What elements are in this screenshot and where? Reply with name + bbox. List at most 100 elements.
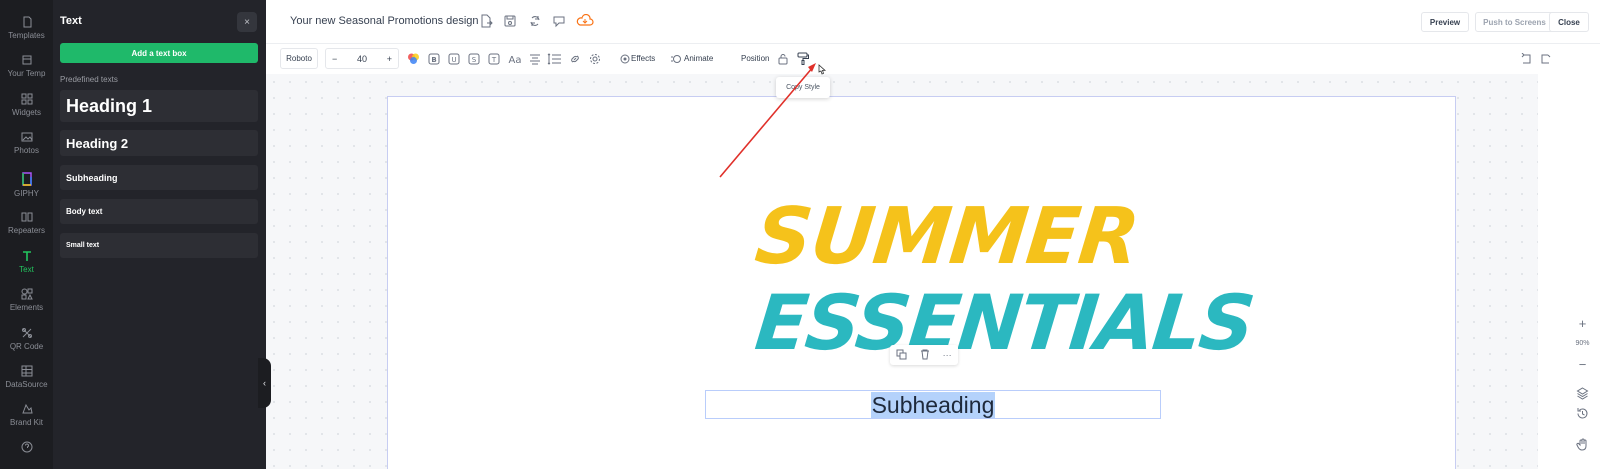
- text-toolbar: Roboto − 40 + B U S T Aa Effects Animate…: [266, 45, 1600, 73]
- rail-label: Your Temp: [7, 69, 46, 78]
- predefined-small-text[interactable]: Small text: [60, 233, 258, 258]
- collapse-panel-handle[interactable]: ‹: [258, 358, 271, 408]
- rail-item-help[interactable]: [0, 441, 53, 456]
- text-icon: [22, 251, 31, 261]
- svg-text:T: T: [490, 56, 496, 64]
- your-templates-icon: [22, 55, 31, 65]
- delete-icon[interactable]: [920, 349, 930, 362]
- subheading-selected-text[interactable]: Subheading: [870, 391, 996, 418]
- hand-pan-icon[interactable]: [1574, 436, 1591, 453]
- layers-icon[interactable]: [1574, 385, 1591, 402]
- rail-label: Templates: [8, 31, 45, 40]
- datasource-icon: [21, 365, 32, 377]
- rail-label: Text: [19, 265, 34, 274]
- copy-style-tooltip: Copy Style: [776, 77, 830, 98]
- rail-label: GIPHY: [14, 189, 39, 198]
- add-text-box-button[interactable]: Add a text box: [60, 43, 258, 63]
- rail-label: QR Code: [9, 342, 44, 351]
- rail-item-qr-code[interactable]: QR Code: [0, 327, 53, 351]
- rail-label: Elements: [9, 303, 44, 312]
- align-center-icon[interactable]: [527, 51, 542, 66]
- qr-code-icon: [21, 328, 32, 338]
- essentials-headline[interactable]: ESSENTIALS: [751, 278, 1257, 367]
- copy-style-paint-roller-icon[interactable]: [795, 51, 810, 66]
- zoom-out-button[interactable]: −: [1574, 356, 1591, 373]
- rail-item-datasource[interactable]: DataSource: [0, 365, 53, 389]
- link-icon[interactable]: [567, 51, 582, 66]
- repeaters-icon: [21, 212, 32, 222]
- svg-text:Aa: Aa: [509, 55, 522, 65]
- summer-headline[interactable]: SUMMER: [751, 192, 1143, 282]
- photos-icon: [21, 132, 32, 142]
- document-title[interactable]: Your new Seasonal Promotions design: [290, 15, 479, 27]
- giphy-icon: [21, 172, 32, 186]
- save-icon[interactable]: [502, 13, 518, 29]
- font-size-stepper[interactable]: − 40 +: [325, 48, 399, 69]
- header-bar: Your new Seasonal Promotions design Prev…: [266, 0, 1600, 44]
- brand-kit-icon: [21, 403, 33, 414]
- position-button[interactable]: Position: [741, 54, 769, 63]
- history-icon[interactable]: [1574, 405, 1591, 422]
- predefined-heading-1[interactable]: Heading 1: [60, 90, 258, 122]
- preview-button[interactable]: Preview: [1421, 12, 1469, 32]
- rail-item-your-templates[interactable]: Your Temp: [0, 54, 53, 78]
- redo-icon[interactable]: [1538, 51, 1553, 66]
- animate-icon[interactable]: [668, 51, 683, 66]
- svg-text:U: U: [451, 56, 456, 64]
- rail-item-repeaters[interactable]: Repeaters: [0, 211, 53, 235]
- widgets-icon: [21, 93, 32, 105]
- rail-item-brand-kit[interactable]: Brand Kit: [0, 403, 53, 427]
- panel-close-button[interactable]: ×: [237, 12, 257, 32]
- line-height-icon[interactable]: [546, 51, 561, 66]
- rail-item-photos[interactable]: Photos: [0, 131, 53, 155]
- sync-icon[interactable]: [527, 13, 543, 29]
- help-icon: [21, 441, 32, 453]
- push-to-screens-button[interactable]: Push to Screens: [1475, 12, 1554, 32]
- elements-icon: [21, 288, 33, 300]
- rail-label: Widgets: [12, 108, 41, 117]
- text-color-icon[interactable]: [406, 51, 421, 66]
- underline-icon[interactable]: U: [446, 51, 461, 66]
- rail-label: Brand Kit: [10, 418, 43, 427]
- svg-text:B: B: [431, 56, 436, 64]
- svg-text:S: S: [471, 56, 476, 64]
- bold-icon[interactable]: B: [426, 51, 441, 66]
- predefined-heading-2[interactable]: Heading 2: [60, 130, 258, 156]
- animate-button[interactable]: Animate: [684, 54, 713, 63]
- lock-icon[interactable]: [775, 51, 790, 66]
- font-size-decrease-button[interactable]: −: [332, 54, 337, 64]
- text-panel: Text × Add a text box Predefined texts H…: [53, 0, 266, 469]
- element-floating-toolbar: ···: [890, 345, 958, 365]
- export-file-icon[interactable]: [478, 13, 494, 29]
- duplicate-icon[interactable]: [896, 349, 907, 362]
- zoom-in-button[interactable]: +: [1574, 315, 1591, 332]
- comment-icon[interactable]: [551, 13, 567, 29]
- settings-gear-icon[interactable]: [587, 51, 602, 66]
- zoom-level: 90%: [1575, 340, 1590, 347]
- rail-item-templates[interactable]: Templates: [0, 16, 53, 40]
- strikethrough-icon[interactable]: S: [466, 51, 481, 66]
- font-size-value[interactable]: 40: [357, 54, 367, 64]
- predefined-body-text[interactable]: Body text: [60, 199, 258, 224]
- rail-label: Repeaters: [8, 226, 45, 235]
- font-family-select[interactable]: Roboto: [280, 48, 318, 69]
- cloud-sync-icon[interactable]: [575, 13, 595, 29]
- templates-icon: [23, 16, 31, 28]
- rail-label: DataSource: [5, 380, 48, 389]
- predefined-subheading[interactable]: Subheading: [60, 165, 258, 190]
- rail-item-elements[interactable]: Elements: [0, 288, 53, 312]
- rail-item-widgets[interactable]: Widgets: [0, 93, 53, 117]
- more-options-icon[interactable]: ···: [943, 350, 952, 360]
- text-case-icon[interactable]: Aa: [506, 51, 524, 66]
- close-button[interactable]: Close: [1549, 12, 1589, 32]
- subheading-text-box[interactable]: Subheading: [705, 390, 1161, 419]
- rail-item-text[interactable]: Text: [0, 250, 53, 274]
- panel-title: Text: [60, 15, 82, 27]
- effects-icon[interactable]: [617, 51, 632, 66]
- rail-item-giphy[interactable]: GIPHY: [0, 172, 53, 198]
- text-style-icon[interactable]: T: [486, 51, 501, 66]
- rail-label: Photos: [14, 146, 39, 155]
- effects-button[interactable]: Effects: [631, 54, 655, 63]
- undo-icon[interactable]: [1518, 51, 1533, 66]
- font-size-increase-button[interactable]: +: [387, 54, 392, 64]
